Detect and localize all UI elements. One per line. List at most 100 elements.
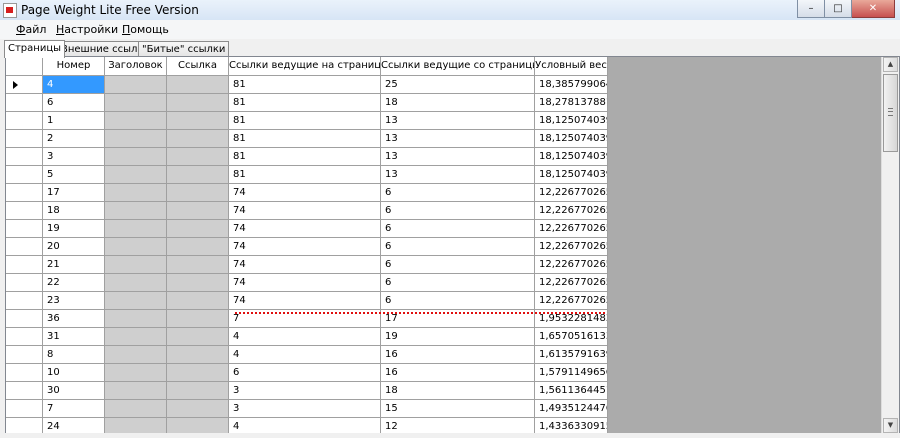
cell-title[interactable]	[105, 274, 167, 292]
cell-outgoing-links[interactable]: 6	[381, 256, 535, 274]
row-header[interactable]	[6, 238, 43, 256]
cell-outgoing-links[interactable]: 6	[381, 184, 535, 202]
cell-title[interactable]	[105, 184, 167, 202]
cell-link[interactable]	[167, 364, 229, 382]
cell-outgoing-links[interactable]: 6	[381, 274, 535, 292]
cell-number[interactable]: 22	[43, 274, 105, 292]
tab-pages[interactable]: Страницы	[4, 40, 66, 58]
cell-number[interactable]: 8	[43, 346, 105, 364]
scroll-up-button[interactable]: ▲	[883, 57, 898, 72]
cell-title[interactable]	[105, 202, 167, 220]
cell-number[interactable]: 20	[43, 238, 105, 256]
cell-incoming-links[interactable]: 81	[229, 94, 381, 112]
row-header[interactable]	[6, 184, 43, 202]
cell-outgoing-links[interactable]: 6	[381, 202, 535, 220]
cell-incoming-links[interactable]: 74	[229, 202, 381, 220]
row-header[interactable]	[6, 346, 43, 364]
cell-title[interactable]	[105, 346, 167, 364]
cell-outgoing-links[interactable]: 6	[381, 220, 535, 238]
cell-link[interactable]	[167, 202, 229, 220]
scroll-thumb[interactable]	[883, 74, 898, 152]
cell-number[interactable]: 17	[43, 184, 105, 202]
cell-title[interactable]	[105, 220, 167, 238]
cell-incoming-links[interactable]: 74	[229, 274, 381, 292]
cell-incoming-links[interactable]: 81	[229, 148, 381, 166]
cell-title[interactable]	[105, 112, 167, 130]
row-header[interactable]	[6, 274, 43, 292]
cell-title[interactable]	[105, 166, 167, 184]
menu-file[interactable]: Файл	[16, 23, 46, 36]
cell-title[interactable]	[105, 382, 167, 400]
cell-incoming-links[interactable]: 74	[229, 184, 381, 202]
cell-number[interactable]: 18	[43, 202, 105, 220]
cell-incoming-links[interactable]: 74	[229, 256, 381, 274]
row-header[interactable]	[6, 202, 43, 220]
maximize-button[interactable]: □	[825, 0, 852, 18]
cell-outgoing-links[interactable]: 19	[381, 328, 535, 346]
cell-weight[interactable]: 1,6570516133...	[535, 328, 608, 346]
row-header[interactable]	[6, 382, 43, 400]
cell-link[interactable]	[167, 274, 229, 292]
cell-weight[interactable]: 1,5791149656...	[535, 364, 608, 382]
row-header[interactable]	[6, 112, 43, 130]
app-icon[interactable]	[3, 3, 17, 18]
row-header[interactable]	[6, 364, 43, 382]
row-header[interactable]	[6, 94, 43, 112]
cell-incoming-links[interactable]: 3	[229, 382, 381, 400]
row-header[interactable]	[6, 400, 43, 418]
row-header[interactable]	[6, 292, 43, 310]
cell-weight[interactable]: 12,226770265...	[535, 292, 608, 310]
cell-weight[interactable]: 12,226770265...	[535, 220, 608, 238]
cell-incoming-links[interactable]: 6	[229, 364, 381, 382]
scroll-down-button[interactable]: ▼	[883, 418, 898, 433]
row-header[interactable]	[6, 130, 43, 148]
cell-weight[interactable]: 18,278137881...	[535, 94, 608, 112]
cell-number[interactable]: 6	[43, 94, 105, 112]
cell-link[interactable]	[167, 310, 229, 328]
cell-outgoing-links[interactable]: 13	[381, 112, 535, 130]
cell-weight[interactable]: 18,125074039...	[535, 148, 608, 166]
row-header[interactable]	[6, 76, 43, 94]
menu-help[interactable]: Помощь	[122, 23, 169, 36]
tab-broken-links[interactable]: "Битые" ссылки	[138, 41, 230, 57]
cell-weight[interactable]: 12,226770265...	[535, 184, 608, 202]
cell-number[interactable]: 19	[43, 220, 105, 238]
cell-number[interactable]: 23	[43, 292, 105, 310]
cell-incoming-links[interactable]: 81	[229, 112, 381, 130]
cell-outgoing-links[interactable]: 18	[381, 94, 535, 112]
cell-number[interactable]: 1	[43, 112, 105, 130]
cell-link[interactable]	[167, 220, 229, 238]
row-header[interactable]	[6, 148, 43, 166]
cell-number[interactable]: 31	[43, 328, 105, 346]
cell-title[interactable]	[105, 76, 167, 94]
cell-title[interactable]	[105, 130, 167, 148]
cell-incoming-links[interactable]: 81	[229, 166, 381, 184]
cell-number[interactable]: 21	[43, 256, 105, 274]
row-header[interactable]	[6, 310, 43, 328]
cell-incoming-links[interactable]: 4	[229, 346, 381, 364]
col-header-weight[interactable]: Условный вес	[535, 57, 608, 76]
cell-title[interactable]	[105, 94, 167, 112]
cell-link[interactable]	[167, 328, 229, 346]
col-header-outgoing-links[interactable]: Ссылки ведущие со страницы	[381, 57, 535, 76]
cell-incoming-links[interactable]: 81	[229, 76, 381, 94]
cell-outgoing-links[interactable]: 25	[381, 76, 535, 94]
cell-link[interactable]	[167, 256, 229, 274]
cell-title[interactable]	[105, 364, 167, 382]
row-header[interactable]	[6, 328, 43, 346]
cell-link[interactable]	[167, 346, 229, 364]
row-header[interactable]	[6, 256, 43, 274]
cell-number[interactable]: 7	[43, 400, 105, 418]
col-header-number[interactable]: Номер	[43, 57, 105, 76]
cell-outgoing-links[interactable]: 16	[381, 364, 535, 382]
cell-outgoing-links[interactable]: 15	[381, 400, 535, 418]
cell-weight[interactable]: 12,226770265...	[535, 256, 608, 274]
cell-outgoing-links[interactable]: 13	[381, 130, 535, 148]
cell-outgoing-links[interactable]: 13	[381, 166, 535, 184]
cell-weight[interactable]: 1,5611364451...	[535, 382, 608, 400]
cell-incoming-links[interactable]: 4	[229, 328, 381, 346]
cell-title[interactable]	[105, 400, 167, 418]
cell-number[interactable]: 5	[43, 166, 105, 184]
cell-title[interactable]	[105, 328, 167, 346]
cell-title[interactable]	[105, 256, 167, 274]
